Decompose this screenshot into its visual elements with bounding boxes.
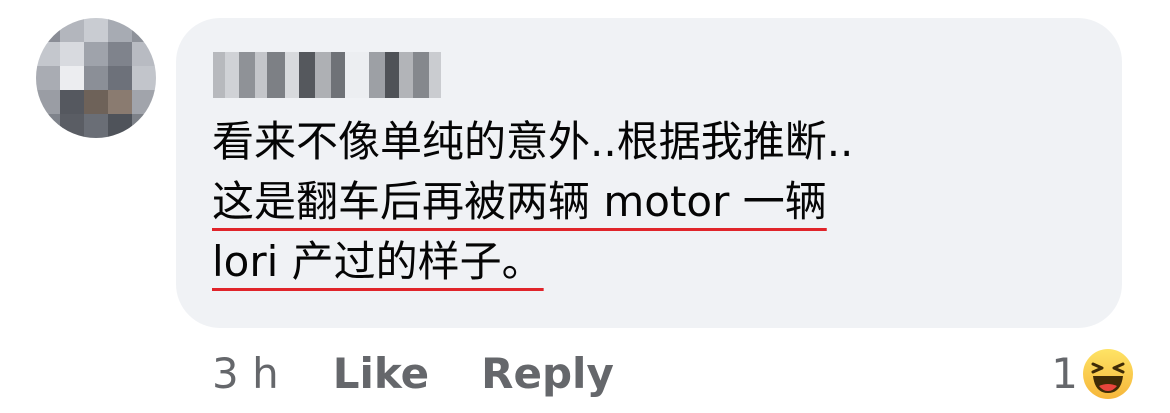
reaction-count: 1 [1051, 349, 1078, 398]
reaction-summary[interactable]: 1 [1051, 346, 1134, 402]
reply-button[interactable]: Reply [481, 346, 614, 402]
comment-text-line-2: 这是翻车后再被两辆 motor 一辆 [212, 177, 827, 226]
haha-emoji-icon [1083, 349, 1133, 399]
comment-text-line-1: 看来不像单纯的意外..根据我推断.. [212, 117, 854, 166]
comment-text: 看来不像单纯的意外..根据我推断.. 这是翻车后再被两辆 motor 一辆 lo… [212, 112, 1112, 292]
comment-timestamp[interactable]: 3 h [212, 346, 279, 402]
author-name-redacted[interactable] [213, 52, 441, 98]
comment-text-line-3: lori 产过的样子。 [212, 237, 544, 286]
comment-avatar[interactable] [36, 18, 156, 138]
like-button[interactable]: Like [333, 346, 429, 402]
comment-actions: 3 h Like Reply [212, 346, 666, 402]
